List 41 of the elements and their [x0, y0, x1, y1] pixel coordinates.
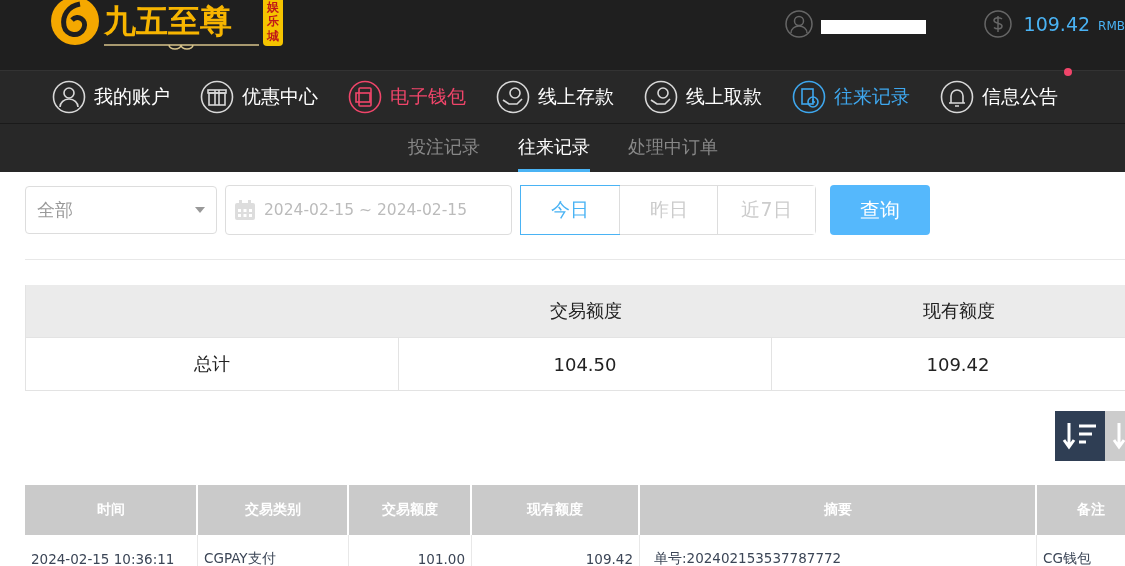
sub-tab[interactable]: 投注记录 — [407, 124, 480, 172]
table-cell: 109.42 — [472, 535, 640, 566]
table-cell: 101.00 — [349, 535, 472, 566]
balance-amount: 109.42 — [1023, 13, 1091, 35]
phone-icon — [348, 80, 382, 114]
coin-hand-icon — [644, 80, 678, 114]
user-icon — [52, 80, 86, 114]
nav-item[interactable]: 线上取款 — [644, 80, 762, 114]
clipboard-icon — [792, 80, 826, 114]
logo-badge: 娱乐城 — [263, 0, 283, 47]
nav-item[interactable]: 优惠中心 — [200, 80, 318, 114]
calendar-icon — [234, 199, 256, 221]
coin-hand-icon — [496, 80, 530, 114]
date-preset-button[interactable]: 今日 — [521, 186, 619, 234]
column-header: 交易额度 — [548, 299, 623, 323]
sort-button[interactable] — [1055, 411, 1105, 461]
sub-tab[interactable]: 往来记录 — [517, 124, 590, 172]
nav-item[interactable]: 我的账户 — [52, 80, 170, 114]
gift-icon — [200, 80, 234, 114]
table-cell: 109.42 — [772, 338, 1125, 390]
nav-item[interactable]: 信息公告 — [940, 80, 1058, 114]
table-cell: 单号:202402153537787772 — [640, 535, 1037, 566]
sort-icon — [1062, 421, 1098, 451]
logo-title: 九五至尊 — [104, 2, 232, 40]
table-cell: 2024-02-15 10:36:11 — [25, 535, 198, 566]
type-dropdown[interactable]: 全部 — [25, 186, 217, 234]
table-cell: CGPAY支付 — [198, 535, 349, 566]
table-cell: 104.50 — [399, 338, 772, 390]
caret-icon — [195, 207, 205, 213]
search-button[interactable]: 查询 — [830, 185, 930, 235]
table-cell: 总计 — [26, 338, 399, 390]
column-header: 现有额度 — [921, 299, 996, 323]
nav-item[interactable]: 线上存款 — [496, 80, 614, 114]
sub-tab[interactable]: 处理中订单 — [627, 124, 718, 172]
bell-icon — [940, 80, 974, 114]
dollar-icon — [983, 10, 1012, 38]
table-cell: CG钱包 — [1037, 535, 1125, 566]
nav-item[interactable]: 电子钱包 — [348, 80, 466, 114]
user-icon — [784, 10, 813, 38]
currency-label: RMB — [1098, 19, 1125, 33]
nav-item[interactable]: 往来记录 — [792, 80, 910, 114]
